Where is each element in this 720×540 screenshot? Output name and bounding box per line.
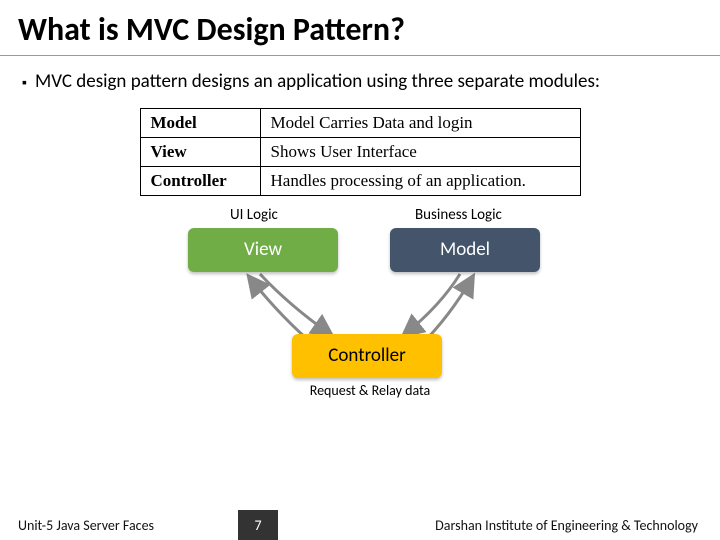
table-row: View Shows User Interface: [140, 137, 580, 166]
table-cell-desc: Handles processing of an application.: [260, 166, 580, 195]
page-number-badge: 7: [238, 510, 278, 540]
controller-box: Controller: [292, 334, 442, 378]
business-logic-label: Business Logic: [415, 206, 502, 224]
slide-title: What is MVC Design Pattern?: [0, 0, 720, 56]
controller-caption: Request & Relay data: [290, 382, 450, 399]
bullet-marker-icon: ▪: [22, 74, 27, 91]
model-box: Model: [390, 228, 540, 272]
footer-left: Unit-5 Java Server Faces: [0, 517, 230, 534]
mvc-diagram: UI Logic Business Logic View Model Contr…: [140, 206, 580, 406]
table-cell-desc: Model Carries Data and login: [260, 108, 580, 137]
bullet-item: ▪ MVC design pattern designs an applicat…: [0, 56, 720, 94]
table-cell-desc: Shows User Interface: [260, 137, 580, 166]
table-cell-name: Model: [140, 108, 260, 137]
table-cell-name: Controller: [140, 166, 260, 195]
view-box: View: [188, 228, 338, 272]
table-row: Model Model Carries Data and login: [140, 108, 580, 137]
slide-footer: Unit-5 Java Server Faces 7 Darshan Insti…: [0, 510, 720, 540]
bullet-text: MVC design pattern designs an applicatio…: [35, 70, 600, 94]
table-cell-name: View: [140, 137, 260, 166]
footer-right: Darshan Institute of Engineering & Techn…: [286, 517, 720, 534]
definition-table: Model Model Carries Data and login View …: [140, 108, 581, 196]
ui-logic-label: UI Logic: [230, 206, 278, 224]
table-row: Controller Handles processing of an appl…: [140, 166, 580, 195]
